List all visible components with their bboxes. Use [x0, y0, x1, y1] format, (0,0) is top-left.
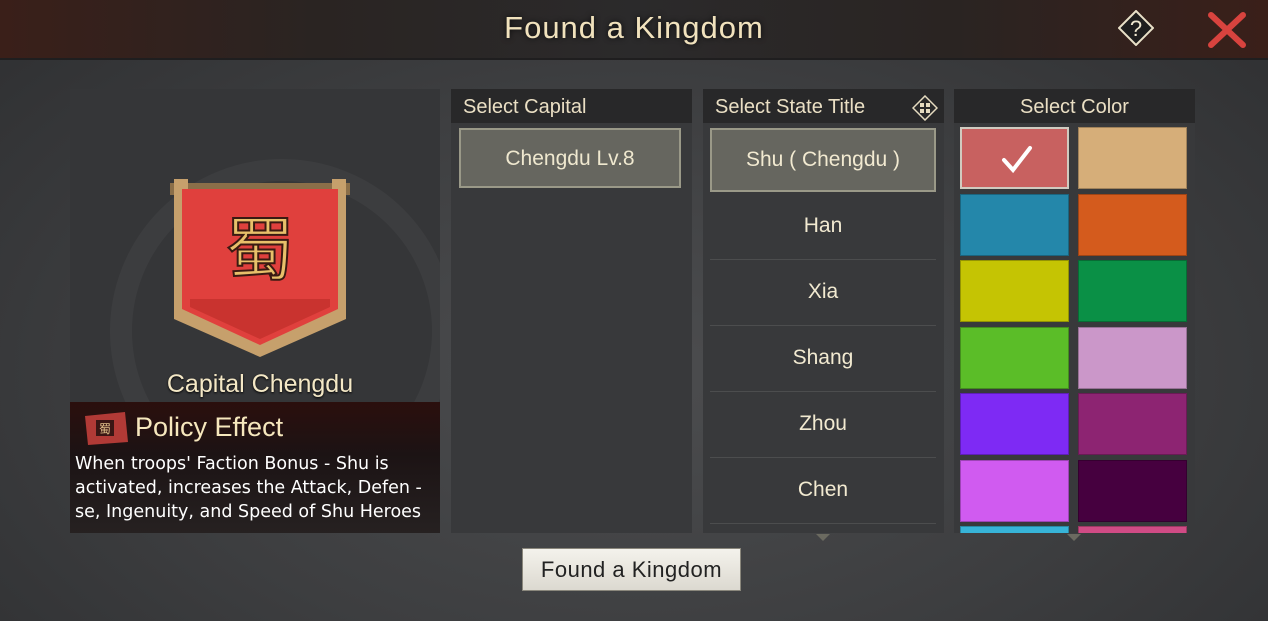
select-state-title-column: Select State Title Shu ( Chengdu ) Han X… [703, 89, 944, 541]
close-icon [1208, 12, 1246, 48]
capital-name-label: Capital Chengdu [166, 370, 354, 398]
color-swatch[interactable] [1078, 393, 1187, 455]
scroll-down-arrow-icon[interactable] [1067, 534, 1081, 541]
svg-text:蜀: 蜀 [99, 422, 111, 436]
state-title-list: Shu ( Chengdu ) Han Xia Shang Zhou Chen [710, 128, 936, 524]
capital-option[interactable]: Chengdu Lv.8 [459, 128, 681, 188]
state-title-option-xia[interactable]: Xia [710, 260, 936, 326]
grid-view-icon[interactable] [912, 95, 938, 121]
color-swatch[interactable] [1078, 526, 1187, 533]
color-swatch[interactable] [960, 459, 1069, 522]
policy-effect-description: When troops' Faction Bonus - Shu is acti… [75, 454, 422, 522]
state-title-option-han[interactable]: Han [710, 194, 936, 260]
color-swatch[interactable] [1078, 260, 1187, 322]
select-capital-column: Select Capital Chengdu Lv.8 [451, 89, 692, 533]
help-button[interactable]: ? [1117, 9, 1155, 47]
color-swatch[interactable] [960, 260, 1069, 322]
select-color-header: Select Color [954, 89, 1195, 123]
color-swatch[interactable] [1078, 459, 1187, 522]
svg-text:蜀: 蜀 [225, 209, 295, 291]
close-button[interactable] [1205, 10, 1249, 50]
select-color-column: Select Color [954, 89, 1195, 541]
title-bar: Found a Kingdom ? [0, 0, 1268, 60]
state-title-option-shu[interactable]: Shu ( Chengdu ) [710, 128, 936, 192]
color-swatch[interactable] [1078, 326, 1187, 389]
color-swatch[interactable] [1078, 127, 1187, 189]
color-swatch-grid [960, 127, 1190, 533]
policy-seal-icon: 蜀 [85, 412, 128, 445]
policy-effect-box: 蜀 Policy Effect When troops' Faction Bon… [70, 402, 440, 533]
select-state-title-header: Select State Title [703, 89, 944, 123]
select-state-title-label: Select State Title [715, 96, 866, 118]
state-title-option-zhou[interactable]: Zhou [710, 392, 936, 458]
color-swatch[interactable] [960, 326, 1069, 389]
color-swatch[interactable] [960, 193, 1069, 256]
select-capital-header: Select Capital [451, 89, 692, 123]
faction-banner-emblem: 蜀 [170, 179, 350, 357]
policy-effect-title: Policy Effect [135, 412, 284, 442]
svg-text:?: ? [1130, 16, 1142, 41]
capital-preview-panel: 蜀 Capital Chengdu 蜀 Policy Effect When t… [70, 89, 440, 533]
color-swatch[interactable] [960, 127, 1069, 189]
color-swatch[interactable] [1078, 193, 1187, 256]
state-title-option-shang[interactable]: Shang [710, 326, 936, 392]
question-icon: ? [1117, 9, 1155, 47]
color-swatch[interactable] [960, 393, 1069, 455]
found-kingdom-button[interactable]: Found a Kingdom [522, 548, 741, 591]
page-title: Found a Kingdom [504, 10, 764, 45]
scroll-down-arrow-icon[interactable] [816, 534, 830, 541]
checkmark-icon [1002, 146, 1032, 174]
color-swatch[interactable] [960, 526, 1069, 533]
state-title-option-chen[interactable]: Chen [710, 458, 936, 524]
